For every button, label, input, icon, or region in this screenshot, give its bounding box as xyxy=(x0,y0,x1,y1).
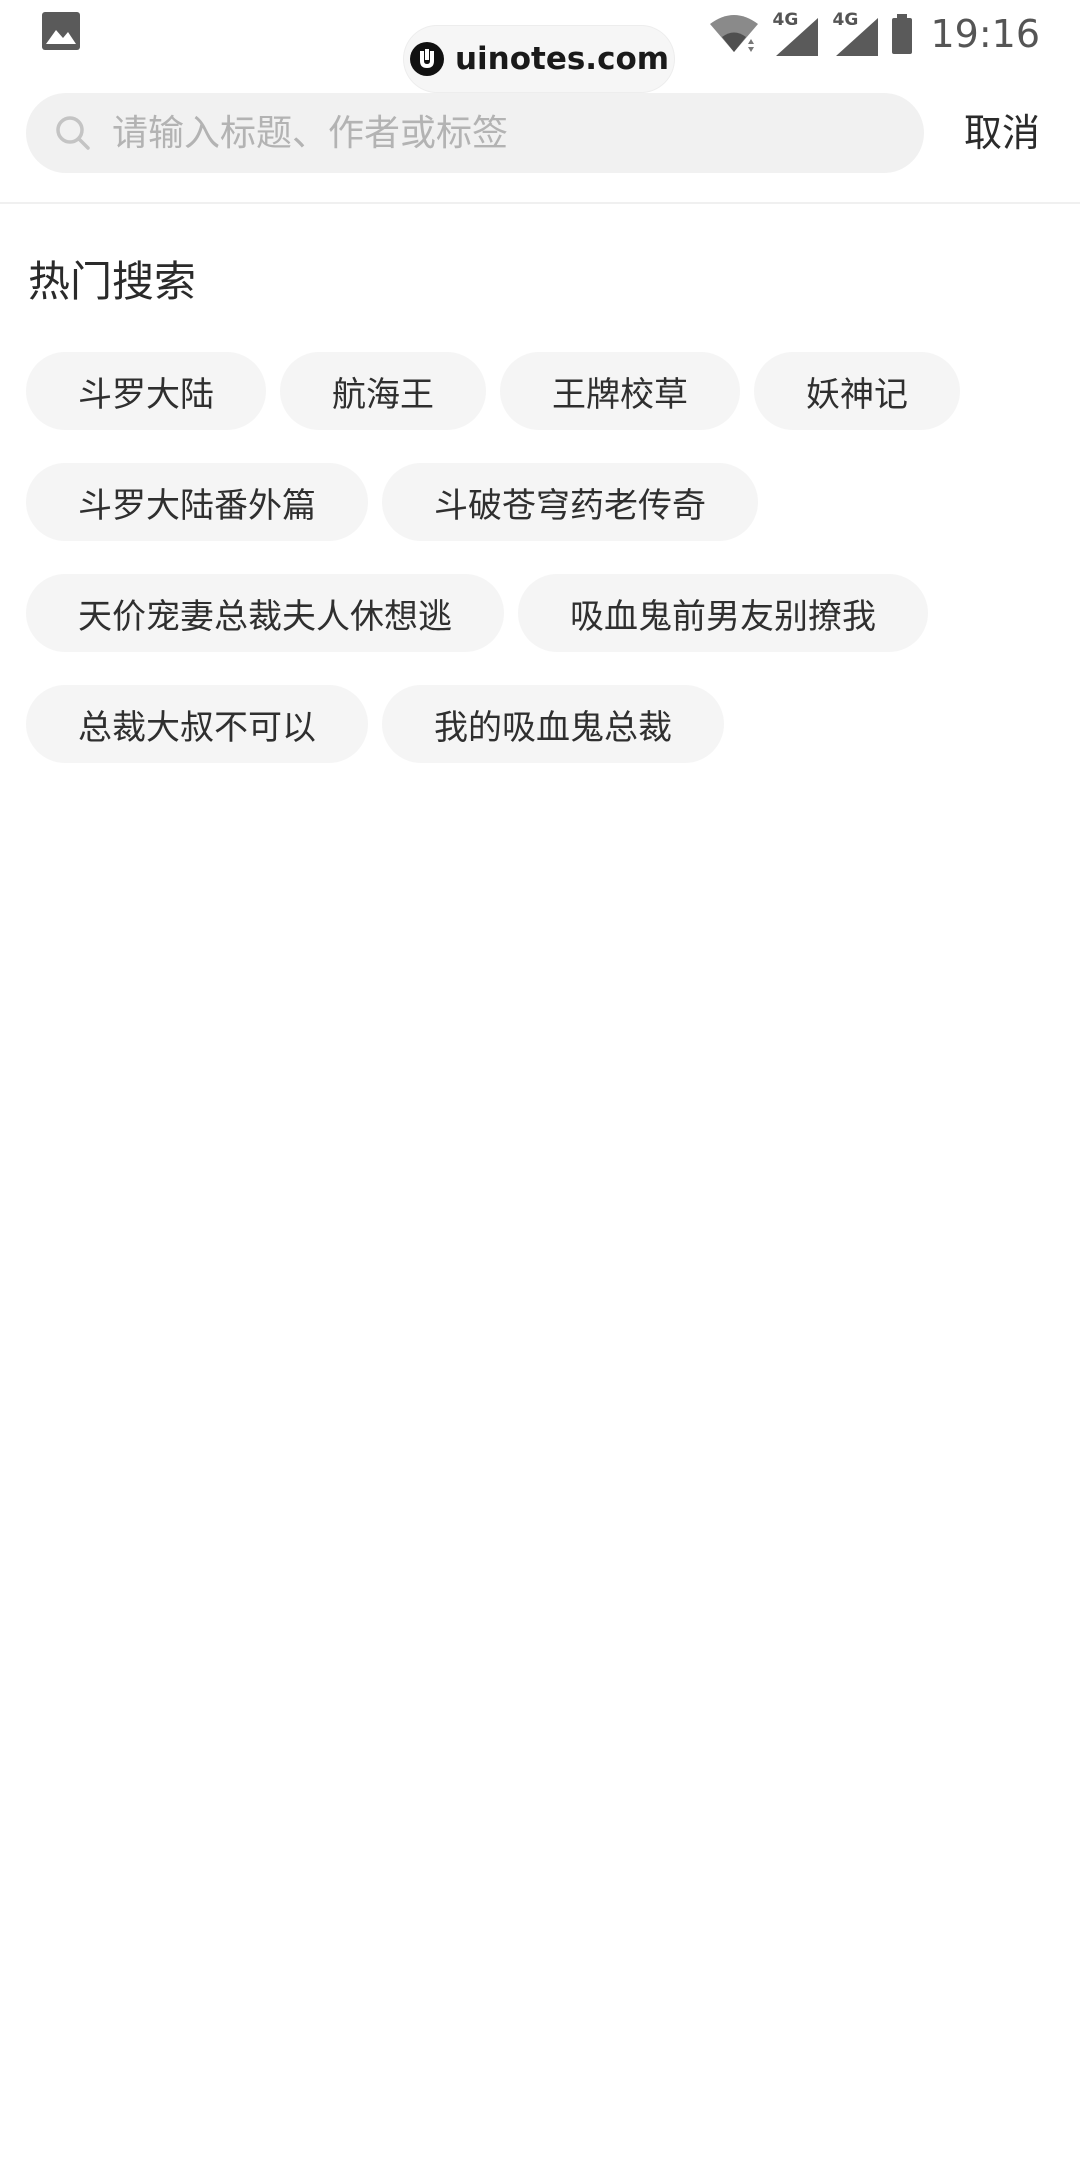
hot-tag[interactable]: 妖神记 xyxy=(754,352,960,430)
hot-tag[interactable]: 斗罗大陆番外篇 xyxy=(26,463,368,541)
hot-tag[interactable]: 总裁大叔不可以 xyxy=(26,685,368,763)
signal-icon xyxy=(836,18,879,56)
tag-row: 天价宠妻总裁夫人休想逃 吸血鬼前男友别撩我 xyxy=(26,574,1056,652)
divider xyxy=(0,202,1080,204)
hot-tag[interactable]: 我的吸血鬼总裁 xyxy=(382,685,724,763)
signal-icon xyxy=(776,18,819,56)
gallery-icon xyxy=(42,12,80,50)
signal-2: 4G xyxy=(830,10,880,56)
tag-row: 斗罗大陆番外篇 斗破苍穹药老传奇 xyxy=(26,463,1056,541)
hot-tag[interactable]: 航海王 xyxy=(280,352,486,430)
uinotes-logo-icon xyxy=(409,42,444,76)
watermark-text: uinotes.com xyxy=(454,41,670,77)
tag-row: 总裁大叔不可以 我的吸血鬼总裁 xyxy=(26,685,1056,763)
hot-search-title: 热门搜索 xyxy=(28,257,197,306)
tag-row: 斗罗大陆 航海王 王牌校草 妖神记 xyxy=(26,352,1056,430)
signal-1: 4G xyxy=(770,10,820,56)
search-icon xyxy=(56,116,90,150)
cancel-button[interactable]: 取消 xyxy=(952,98,1052,168)
hot-search-tags: 斗罗大陆 航海王 王牌校草 妖神记 斗罗大陆番外篇 斗破苍穹药老传奇 天价宠妻总… xyxy=(26,352,1056,796)
search-input[interactable] xyxy=(112,103,924,163)
hot-tag[interactable]: 斗破苍穹药老传奇 xyxy=(382,463,758,541)
wifi-icon xyxy=(710,15,759,52)
status-time: 19:16 xyxy=(930,12,1040,56)
hot-tag[interactable]: 斗罗大陆 xyxy=(26,352,266,430)
battery-icon xyxy=(892,14,913,54)
status-icons: 4G 4G 19:16 xyxy=(708,6,1040,62)
search-box[interactable] xyxy=(26,93,924,173)
hot-tag[interactable]: 吸血鬼前男友别撩我 xyxy=(518,574,928,652)
hot-tag[interactable]: 王牌校草 xyxy=(500,352,740,430)
watermark-badge: uinotes.com xyxy=(404,26,674,92)
hot-tag[interactable]: 天价宠妻总裁夫人休想逃 xyxy=(26,574,504,652)
